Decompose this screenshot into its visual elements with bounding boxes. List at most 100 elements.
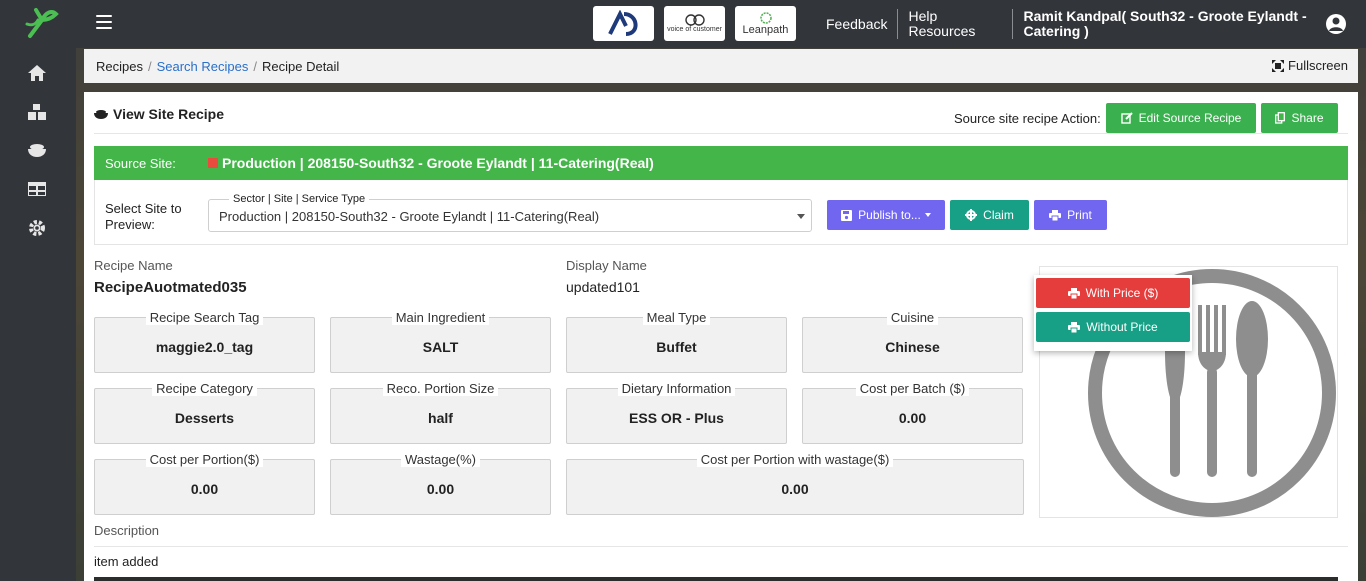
print-label: Print: [1067, 208, 1092, 222]
edit-icon: [1120, 112, 1133, 124]
claim-button[interactable]: Claim: [950, 200, 1029, 230]
tile-label: Wastage(%): [400, 452, 481, 467]
tile-label: Dietary Information: [617, 381, 736, 396]
cost-per-batch-tile: Cost per Batch ($) 0.00: [802, 381, 1023, 444]
breadcrumb: Recipes / Search Recipes / Recipe Detail…: [84, 49, 1358, 83]
voc-logo-text: voice of customer: [667, 25, 722, 33]
source-site-value: Production | 208150-South32 - Groote Eyl…: [222, 155, 654, 171]
ad-brand-logo[interactable]: [593, 6, 654, 41]
header-links: Feedback Help Resources Ramit Kandpal( S…: [816, 0, 1366, 48]
caret-down-icon: [924, 213, 931, 217]
description-label: Description: [94, 523, 160, 538]
breadcrumb-separator: /: [147, 58, 152, 74]
edit-source-recipe-button[interactable]: Edit Source Recipe: [1106, 103, 1256, 133]
copy-icon: [1275, 112, 1286, 124]
source-site-banner: Source Site: Production | 208150-South32…: [94, 146, 1348, 180]
page-title: View Site Recipe: [94, 106, 224, 122]
leanpath-logo-text: Leanpath: [742, 23, 789, 36]
preview-site-label: Select Site to Preview:: [105, 201, 182, 233]
leanpath-logo[interactable]: Leanpath: [735, 6, 796, 41]
bowl-icon: [94, 110, 108, 119]
status-square-icon: [208, 158, 218, 168]
preview-panel: Select Site to Preview: Sector | Site | …: [94, 180, 1348, 245]
tile-value: 0.00: [781, 481, 809, 497]
share-label: Share: [1291, 111, 1324, 125]
site-select-legend: Sector | Site | Service Type: [229, 193, 370, 205]
tile-label: Cuisine: [886, 310, 939, 325]
breadcrumb-recipe-detail: Recipe Detail: [262, 58, 340, 74]
table-icon[interactable]: [25, 177, 49, 201]
caret-down-icon: [797, 214, 805, 219]
print-without-price-label: Without Price: [1086, 320, 1158, 334]
print-icon: [1068, 321, 1081, 333]
breadcrumb-recipes[interactable]: Recipes: [96, 59, 143, 74]
recipe-category-tile: Recipe Category Desserts: [94, 381, 315, 444]
recipe-name-value: RecipeAuotmated035: [94, 279, 247, 296]
print-dropdown-menu: With Price ($) Without Price: [1034, 275, 1192, 351]
print-button[interactable]: Print: [1034, 200, 1107, 230]
main-ingredient-tile: Main Ingredient SALT: [330, 310, 551, 373]
breadcrumb-separator: /: [253, 58, 257, 74]
print-icon: [1049, 209, 1062, 221]
tile-label: Cost per Batch ($): [855, 381, 970, 396]
ingredients-table-header: [94, 577, 1338, 581]
print-with-price-item[interactable]: With Price ($): [1036, 278, 1190, 308]
edit-source-recipe-label: Edit Source Recipe: [1138, 111, 1242, 125]
tile-value: maggie2.0_tag: [155, 339, 254, 355]
expand-icon: [1272, 59, 1285, 72]
gear-icon[interactable]: [25, 216, 49, 240]
tile-value: 0.00: [190, 481, 219, 497]
tile-value: half: [428, 410, 453, 426]
print-icon: [1067, 287, 1080, 299]
source-site-label: Source Site:: [105, 155, 176, 171]
tile-value: 0.00: [898, 410, 927, 426]
tile-label: Reco. Portion Size: [382, 381, 499, 396]
tile-value: SALT: [422, 339, 459, 355]
content-area: Recipes / Search Recipes / Recipe Detail…: [76, 48, 1366, 581]
portion-size-tile: Reco. Portion Size half: [330, 381, 551, 444]
claim-label: Claim: [983, 208, 1014, 222]
home-icon[interactable]: [25, 61, 49, 85]
tile-label: Recipe Search Tag: [145, 310, 264, 325]
meal-type-tile: Meal Type Buffet: [566, 310, 787, 373]
description-divider: [94, 546, 1348, 547]
recipe-card: View Site Recipe Source site recipe Acti…: [84, 92, 1358, 581]
avatar[interactable]: [1326, 14, 1346, 34]
print-with-price-label: With Price ($): [1085, 286, 1159, 300]
voice-of-customer-logo[interactable]: voice of customer: [664, 6, 725, 41]
tile-value: Buffet: [656, 339, 697, 355]
tile-label: Recipe Category: [152, 381, 257, 396]
tile-value: 0.00: [426, 481, 455, 497]
crosshair-icon: [965, 209, 978, 221]
recipe-name-label: Recipe Name: [94, 258, 173, 273]
breadcrumb-search-recipes[interactable]: Search Recipes: [157, 59, 249, 74]
dietary-information-tile: Dietary Information ESS OR - Plus: [566, 381, 787, 444]
cuisine-tile: Cuisine Chinese: [802, 310, 1023, 373]
title-divider: [94, 133, 1348, 134]
description-value: item added: [94, 554, 159, 569]
preview-label-line2: Preview:: [105, 217, 155, 232]
tile-value: ESS OR - Plus: [629, 410, 724, 426]
user-name[interactable]: Ramit Kandpal( South32 - Groote Eylandt …: [1012, 9, 1366, 39]
display-name-value: updated101: [566, 279, 640, 295]
site-select[interactable]: Sector | Site | Service Type Production …: [208, 193, 812, 232]
publish-to-label: Publish to...: [858, 208, 921, 222]
help-resources-link[interactable]: Help Resources: [897, 9, 1012, 39]
share-button[interactable]: Share: [1261, 103, 1338, 133]
menu-toggle-icon[interactable]: [96, 15, 112, 29]
cost-per-portion-tile: Cost per Portion($) 0.00: [94, 452, 315, 515]
print-without-price-item[interactable]: Without Price: [1036, 312, 1190, 342]
left-sidebar: [0, 0, 76, 581]
fullscreen-button[interactable]: Fullscreen: [1272, 58, 1348, 73]
publish-to-button[interactable]: Publish to...: [827, 200, 945, 230]
feedback-link[interactable]: Feedback: [816, 16, 897, 32]
app-logo-icon[interactable]: [22, 4, 60, 40]
wastage-tile: Wastage(%) 0.00: [330, 452, 551, 515]
tile-label: Cost per Portion($): [145, 452, 264, 467]
site-select-value: Production | 208150-South32 - Groote Eyl…: [219, 209, 600, 224]
display-name-label: Display Name: [566, 258, 647, 273]
save-icon: [841, 209, 853, 221]
tile-label: Main Ingredient: [391, 310, 490, 325]
boxes-icon[interactable]: [25, 100, 49, 124]
bowl-icon[interactable]: [25, 138, 49, 162]
